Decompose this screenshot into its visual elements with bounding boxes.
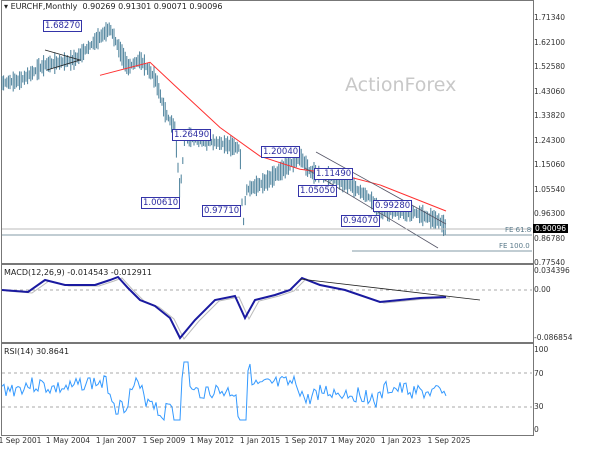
price-axis-label: 1.43060 [534,86,566,96]
chart-canvas [1,22,532,422]
fe-61-label: FE 61.8 [505,226,532,234]
time-axis-label: 1 Sep 2017 [284,436,328,445]
macd-signal-line [5,277,451,340]
price-level-label: 1.11490 [314,168,354,180]
time-axis-label: 1 Sep 2001 [0,436,42,445]
price-axis-label: 1.33820 [534,111,566,120]
time-axis-label: 1 Sep 2009 [142,436,186,445]
time-axis-label: 1 May 2012 [189,436,235,445]
rsi-axis-30: 30 [534,402,544,411]
fe-100-label: FE 100.0 [499,242,530,250]
price-axis-label: 1.62100 [534,37,566,47]
price-level-label: 1.00610 [141,197,181,209]
rsi-axis-70: 70 [534,369,544,378]
price-level-label: 0.94070 [341,215,381,227]
current-price-tag: 0.90096 [533,224,569,233]
watermark: ActionForex [345,74,457,96]
time-axis-label: 1 May 2004 [45,436,91,445]
time-axis-label: 1 May 2020 [330,436,376,445]
price-axis-label: 1.24300 [534,135,566,145]
rsi-axis-0: 0 [534,425,539,434]
macd-axis-top: 0.034396 [534,266,570,275]
symbol-title: ▾ EURCHF,Monthly 0.90269 0.91301 0.90071… [4,2,223,11]
price-axis-label: 0.96300 [534,209,566,218]
price-level-label: 1.05050 [298,185,338,197]
price-level-label: 0.99280 [373,200,413,212]
price-level-label: 1.68270 [43,20,83,32]
time-axis-label: 1 Sep 2025 [427,436,471,445]
price-axis-label: 0.86780 [534,233,566,243]
price-level-label: 0.97710 [202,205,242,217]
price-axis-label: 1.05540 [534,184,566,194]
macd-title: MACD(12,26,9) -0.014543 -0.012911 [4,268,152,277]
price-axis-label: 1.15060 [534,160,566,169]
rsi-axis-100: 100 [534,345,549,354]
time-axis-label: 1 Jan 2015 [239,436,281,445]
macd-axis-bottom: -0.086854 [534,333,573,342]
macd-axis-zero: 0.00 [534,285,551,294]
price-axis-label: 1.52580 [534,62,566,71]
channel-lower-line [304,167,439,249]
time-axis-label: 1 Jan 2007 [95,436,137,445]
price-level-label: 1.20040 [261,146,301,158]
rsi-line [1,361,447,422]
price-axis-label: 1.71340 [534,13,566,22]
time-axis-label: 1 Jan 2023 [380,436,422,445]
price-level-label: 1.26490 [172,129,212,141]
rsi-title: RSI(14) 30.8641 [4,347,70,356]
